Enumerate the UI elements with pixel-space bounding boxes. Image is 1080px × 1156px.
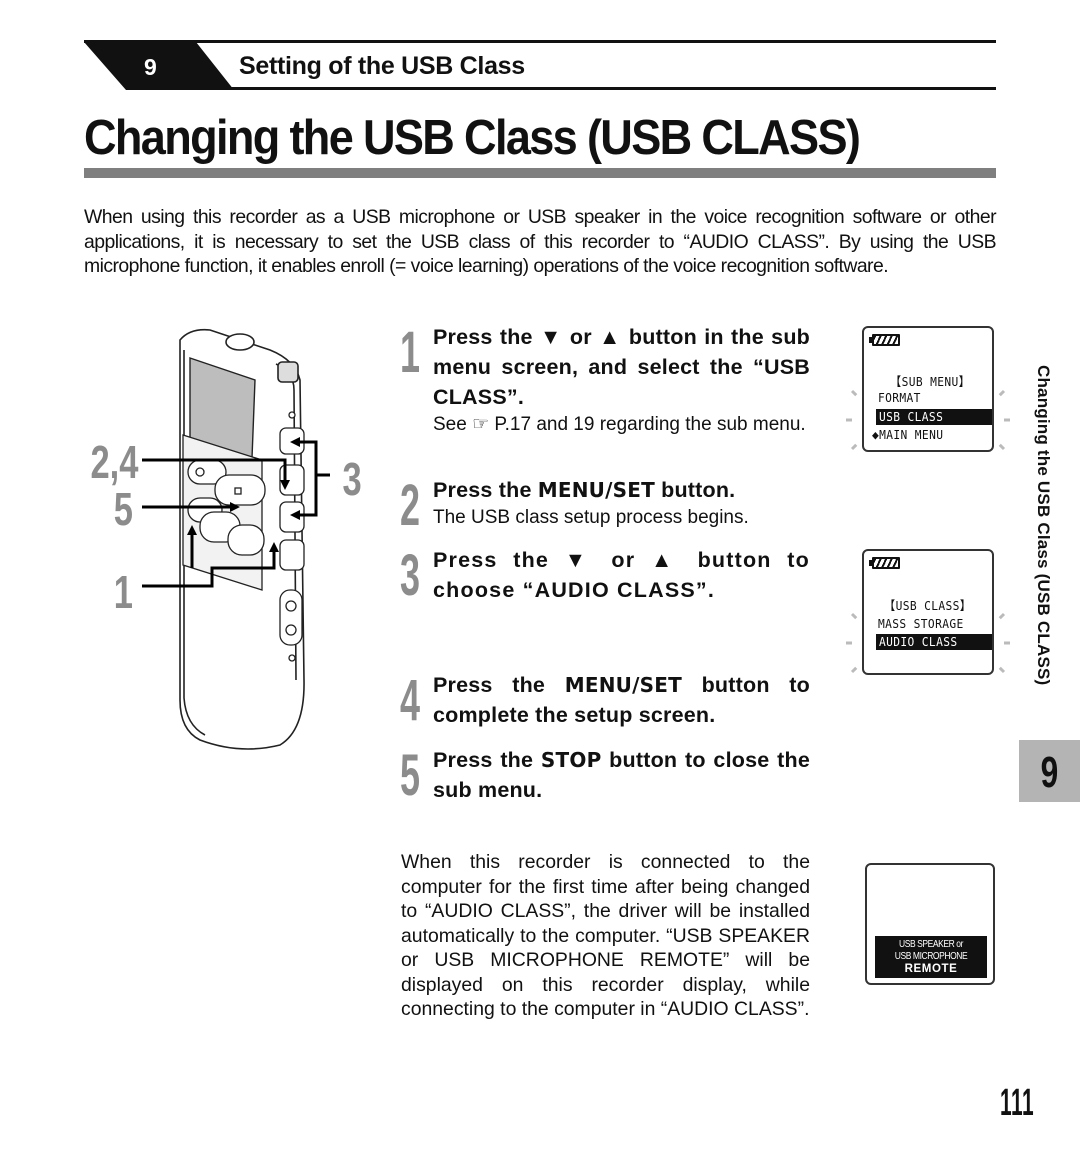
step-instruction: Press the MENU/SET button to complete th… [433,670,810,730]
header-bottom-rule [204,87,996,90]
lcd-item-usb-class-selected: USB CLASS [876,409,992,425]
section-header: 9 Setting of the USB Class [84,40,996,92]
menu-set-button-name: MENU/SET [564,673,682,697]
stop-button-name: STOP [540,748,602,772]
chapter-tab: 9 [1019,740,1080,802]
step-instruction: Press the ▼ or ▲ button to choose “AUDIO… [433,548,810,602]
callout-label-3: 3 [343,453,362,505]
step-text: Press the [433,673,565,697]
recorder-illustration: 2,4 5 1 3 [91,328,362,750]
step-instruction: Press the ▼ or ▲ button in the sub menu … [433,325,810,409]
step-text: Press the [433,748,541,772]
chapter-number: 9 [1040,748,1059,797]
step-text: button. [654,478,736,502]
lcd-item-main-menu: ◆MAIN MENU [872,427,944,442]
step-number: 5 [400,743,421,808]
step-number: 1 [400,320,421,385]
lcd-usb-class: 【USB CLASS】 MASS STORAGE AUDIO CLASS [846,549,1010,675]
step-number: 2 [400,473,421,538]
step-instruction: Press the STOP button to close the sub m… [433,745,810,805]
note-paragraph: When this recorder is connected to the c… [401,851,810,1020]
callout-label-2-4: 2,4 [91,436,139,488]
callout-label-1: 1 [114,566,133,618]
lcd-heading: 【SUB MENU】 [890,374,971,389]
lcd-usb-remote: USB SPEAKER or USB MICROPHONE REMOTE [865,863,995,985]
battery-icon [869,334,900,346]
step-number: 4 [400,668,421,733]
lcd-item-format: FORMAT [878,390,921,405]
page-number: 111 [1000,1082,1035,1124]
lcd-heading: 【USB CLASS】 [884,598,972,613]
battery-icon [869,557,900,569]
lcd-item-audio-class-selected: AUDIO CLASS [876,634,992,650]
section-title: Setting of the USB Class [239,52,525,80]
side-tab-label: Changing the USB Class (USB CLASS) [1034,365,1053,686]
lcd-remote-message: USB SPEAKER or USB MICROPHONE REMOTE [875,936,987,978]
menu-set-button-name: MENU/SET [537,478,655,502]
step-number: 3 [400,543,421,608]
step-note: See ☞ P.17 and 19 regarding the sub menu… [433,414,806,435]
callout-label-5: 5 [114,483,133,535]
intro-paragraph: When using this recorder as a USB microp… [84,206,997,277]
step-note: The USB class setup process begins. [433,507,749,528]
step-instruction: Press the MENU/SET button. [433,475,810,505]
lcd-item-mass-storage: MASS STORAGE [878,616,964,631]
page-title: Changing the USB Class (USB CLASS) [84,111,861,165]
section-number: 9 [144,54,157,80]
title-rule [84,168,996,178]
lcd-line: USB SPEAKER or [899,939,963,950]
lcd-line: REMOTE [904,963,958,975]
lcd-line: USB MICROPHONE [894,951,968,962]
lcd-sub-menu: 【SUB MENU】 FORMAT USB CLASS ◆MAIN MENU [846,326,1010,452]
section-tab-shape [84,42,234,90]
step-text: Press the [433,478,538,502]
